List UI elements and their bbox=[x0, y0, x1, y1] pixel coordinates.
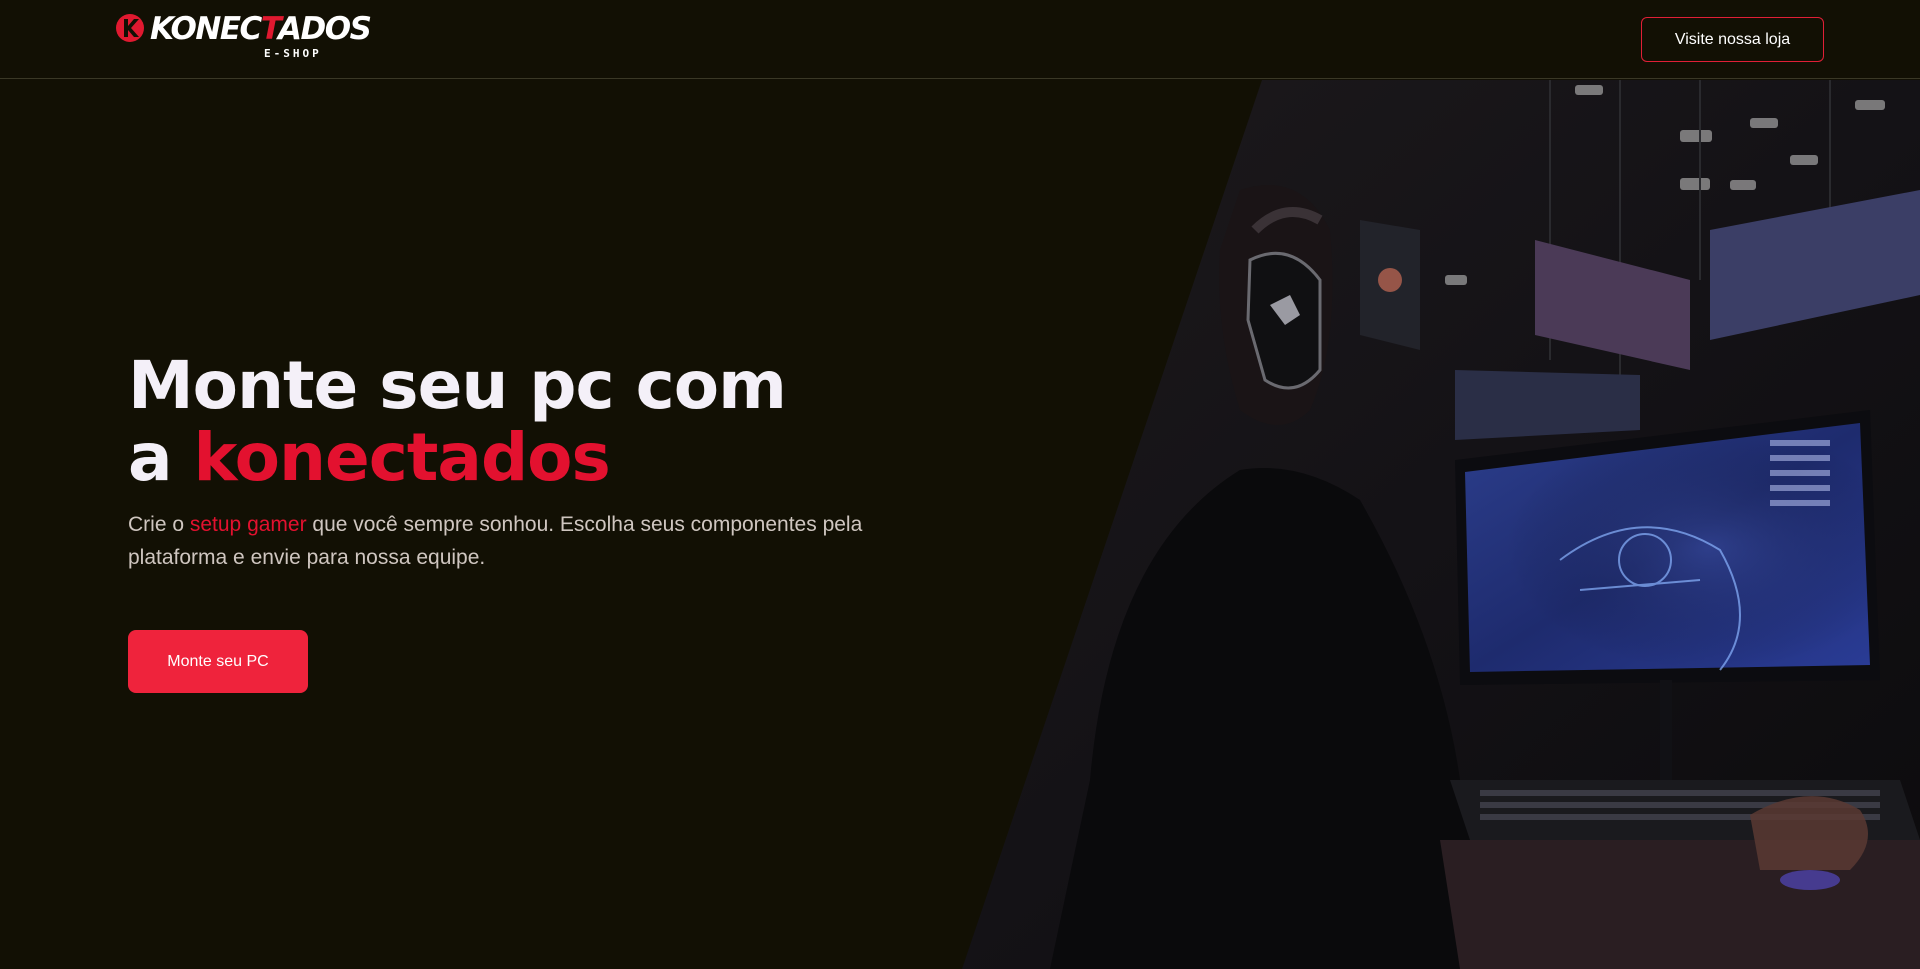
logo-k-icon bbox=[116, 14, 144, 42]
logo-subtitle: E-SHOP bbox=[264, 47, 322, 60]
hero-desc-accent: setup gamer bbox=[189, 513, 307, 536]
logo-word-accent: T bbox=[260, 11, 280, 47]
hero-title: Monte seu pc com a konectados bbox=[128, 350, 928, 494]
logo-wordmark: KONECTADOS bbox=[150, 10, 372, 48]
brand-logo[interactable]: KONECTADOS E-SHOP bbox=[114, 10, 372, 62]
hero-title-line1: Monte seu pc com bbox=[128, 347, 787, 424]
hero-description: Crie o setup gamer que você sempre sonho… bbox=[128, 508, 908, 574]
hero-desc-prefix: Crie o bbox=[128, 513, 190, 536]
logo-word-part1: KONEC bbox=[150, 11, 262, 47]
logo-word-part2: ADOS bbox=[278, 11, 372, 47]
hero-title-prefix: a bbox=[128, 419, 194, 496]
build-pc-button[interactable]: Monte seu PC bbox=[128, 630, 308, 693]
site-header: KONECTADOS E-SHOP Visite nossa loja bbox=[0, 0, 1920, 79]
visit-store-button[interactable]: Visite nossa loja bbox=[1641, 17, 1824, 62]
hero-section: Monte seu pc com a konectados Crie o set… bbox=[128, 350, 928, 574]
hero-title-accent: konectados bbox=[193, 419, 611, 496]
